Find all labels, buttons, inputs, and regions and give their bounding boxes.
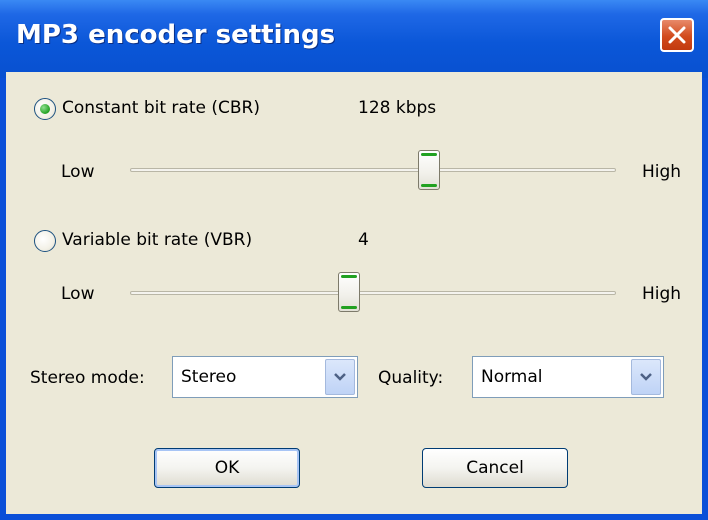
cbr-slider-track[interactable] [130,168,616,172]
vbr-label[interactable]: Variable bit rate (VBR) [62,230,252,250]
vbr-slider-thumb[interactable] [338,272,360,312]
quality-dropdown-button[interactable] [631,359,661,395]
close-button[interactable] [660,18,694,52]
title-bar[interactable]: MP3 encoder settings [0,0,708,78]
stereo-mode-label: Stereo mode: [30,368,145,388]
cbr-value: 128 kbps [358,98,437,118]
stereo-mode-dropdown-button[interactable] [325,359,355,395]
chevron-down-icon [334,373,346,381]
cbr-label[interactable]: Constant bit rate (CBR) [62,98,260,118]
dialog-body: Constant bit rate (CBR) 128 kbps Low Hig… [6,72,702,514]
quality-value: Normal [481,367,543,387]
cbr-slider-low-label: Low [61,162,95,182]
ok-button[interactable]: OK [154,448,300,488]
vbr-slider-low-label: Low [61,284,95,304]
cbr-slider-thumb[interactable] [418,150,440,190]
quality-select[interactable]: Normal [472,356,664,398]
quality-label: Quality: [378,368,444,388]
cancel-button[interactable]: Cancel [422,448,568,488]
vbr-slider-high-label: High [642,284,682,304]
radio-selected-dot [40,104,50,114]
vbr-value: 4 [358,230,369,250]
vbr-slider-track[interactable] [130,291,616,295]
stereo-mode-value: Stereo [181,367,237,387]
vbr-radio[interactable] [34,230,56,252]
stereo-mode-select[interactable]: Stereo [172,356,358,398]
close-icon [668,26,686,44]
chevron-down-icon [640,373,652,381]
window-title: MP3 encoder settings [16,20,336,50]
cbr-slider-high-label: High [642,162,682,182]
dialog-window: MP3 encoder settings Constant bit rate (… [0,0,708,520]
cbr-radio[interactable] [34,98,56,120]
